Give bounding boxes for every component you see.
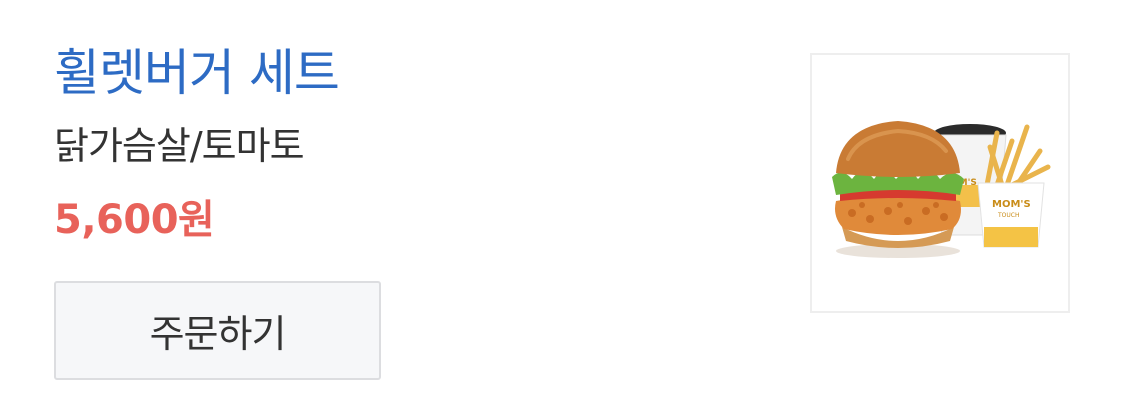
order-button[interactable]: 주문하기 <box>54 281 381 380</box>
svg-text:TOUCH: TOUCH <box>997 212 1019 219</box>
menu-item-name: 휠렛버거 세트 <box>54 44 340 102</box>
burger-image <box>832 121 964 258</box>
menu-item-price: 5,600원 <box>54 197 215 243</box>
menu-item-image: MOM'S MOM'S TOUCH <box>810 53 1070 313</box>
svg-text:MOM'S: MOM'S <box>992 199 1031 210</box>
burger-set-photo: MOM'S MOM'S TOUCH <box>832 121 1051 258</box>
menu-item-card: 휠렛버거 세트 닭가슴살/토마토 5,600원 주문하기 MOM'S TOUCH <box>0 0 1125 407</box>
fries-image: MOM'S TOUCH <box>977 124 1051 248</box>
menu-item-option: 닭가슴살/토마토 <box>54 124 305 168</box>
